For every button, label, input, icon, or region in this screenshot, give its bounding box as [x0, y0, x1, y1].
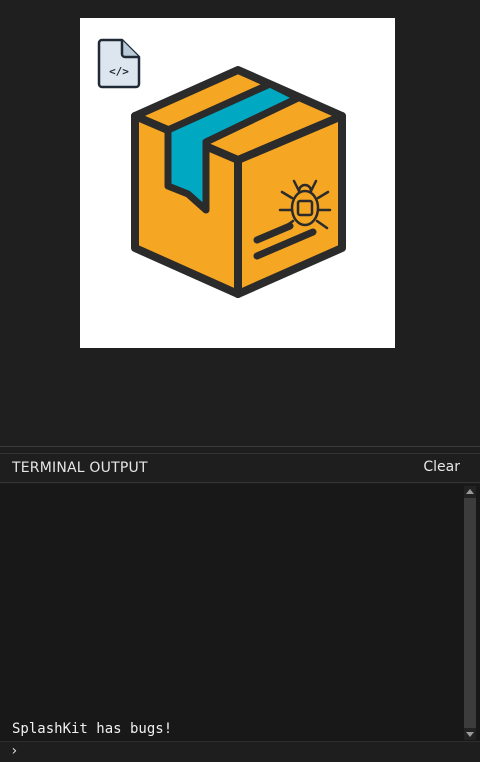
terminal-input-bar: › — [0, 741, 480, 762]
scroll-down-icon[interactable] — [466, 732, 474, 737]
terminal-scrollbar[interactable] — [464, 486, 476, 740]
code-file-icon: </> — [97, 38, 141, 89]
clear-button[interactable]: Clear — [423, 459, 460, 475]
terminal-header: TERMINAL OUTPUT Clear — [0, 453, 480, 483]
canvas-drawing: </> — [97, 38, 346, 298]
panel-divider[interactable] — [0, 446, 480, 447]
scroll-up-icon[interactable] — [466, 489, 474, 494]
terminal-output: SplashKit has bugs! — [0, 484, 480, 741]
prompt-chevron-icon: › — [10, 743, 19, 759]
terminal-line: SplashKit has bugs! — [12, 721, 173, 737]
terminal-input[interactable] — [26, 743, 470, 762]
svg-text:</>: </> — [109, 65, 129, 78]
preview-area: </> — [0, 0, 480, 446]
terminal-title: TERMINAL OUTPUT — [12, 460, 148, 476]
app-window: </> TERMINAL OUTPUT Clear SplashKit has … — [0, 0, 480, 762]
game-canvas[interactable]: </> — [80, 18, 395, 348]
box-bug-icon — [131, 66, 346, 298]
scrollbar-thumb[interactable] — [464, 498, 476, 728]
